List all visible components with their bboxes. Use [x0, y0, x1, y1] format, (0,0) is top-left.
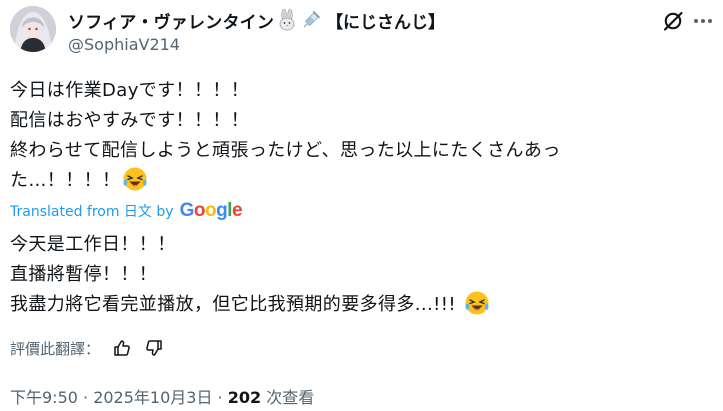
view-count: 202 [227, 388, 262, 407]
more-options-icon[interactable] [693, 17, 713, 25]
google-logo: Google [179, 200, 243, 221]
thumbs-up-icon[interactable] [112, 338, 132, 358]
avatar-image [10, 6, 56, 52]
tweet-timestamp[interactable]: 下午9:50 · 2025年10月3日 · [10, 388, 228, 407]
thumbs-down-icon[interactable] [144, 338, 164, 358]
translated-text: 今天是工作日！！！ 直播將暫停！！！ 我盡力將它看完並播放，但它比我預期的要多得… [10, 230, 490, 320]
translation-line-last: 我盡力將它看完並播放，但它比我預期的要多得多...!!! [10, 290, 490, 320]
author-handle[interactable]: @SophiaV214 [68, 35, 180, 54]
translation-attribution[interactable]: Translated from 日文 by Google [10, 200, 243, 222]
laughing-emoji-icon [123, 167, 147, 191]
rabbit-icon [279, 9, 295, 31]
tweet-line: 今日は作業Dayです！！！！ [10, 80, 250, 101]
translation-line: 直播將暫停！！！ [10, 264, 158, 285]
author-name[interactable]: ソフィア・ヴァレンタイン [68, 8, 274, 33]
syringe-icon [303, 10, 321, 28]
tweet-text: 今日は作業Dayです！！！！ 配信はおやすみです！！！！ 終わらせて配信しようと… [10, 76, 561, 196]
view-label: 次查看 [261, 388, 315, 407]
author-name-row[interactable]: ソフィア・ヴァレンタイン 【にじさんじ】 [68, 8, 445, 33]
tweet-line: た…！！！！ [10, 170, 121, 191]
avatar[interactable] [10, 6, 56, 52]
rate-label: 評價此翻譯： [10, 339, 101, 358]
tweet-meta: 下午9:50 · 2025年10月3日 · 202 次查看 [10, 384, 314, 408]
author-affiliation[interactable]: 【にじさんじ】 [326, 8, 445, 33]
translation-line: 今天是工作日！！！ [10, 234, 176, 255]
grok-icon[interactable] [662, 10, 684, 32]
tweet-line: 終わらせて配信しようと頑張ったけど、思った以上にたくさんあっ [10, 140, 561, 161]
translation-line: 我盡力將它看完並播放，但它比我預期的要多得多...!!! [10, 294, 457, 315]
tweet-line: 配信はおやすみです！！！！ [10, 110, 250, 131]
tweet-detail: ソフィア・ヴァレンタイン 【にじさんじ】 @SophiaV214 今日は作業Da… [0, 0, 723, 411]
translation-label[interactable]: Translated from 日文 by [10, 201, 174, 221]
laughing-emoji-icon [465, 291, 489, 315]
tweet-line-last: た…！！！！ [10, 166, 561, 196]
rate-translation: 評價此翻譯： [10, 337, 164, 359]
